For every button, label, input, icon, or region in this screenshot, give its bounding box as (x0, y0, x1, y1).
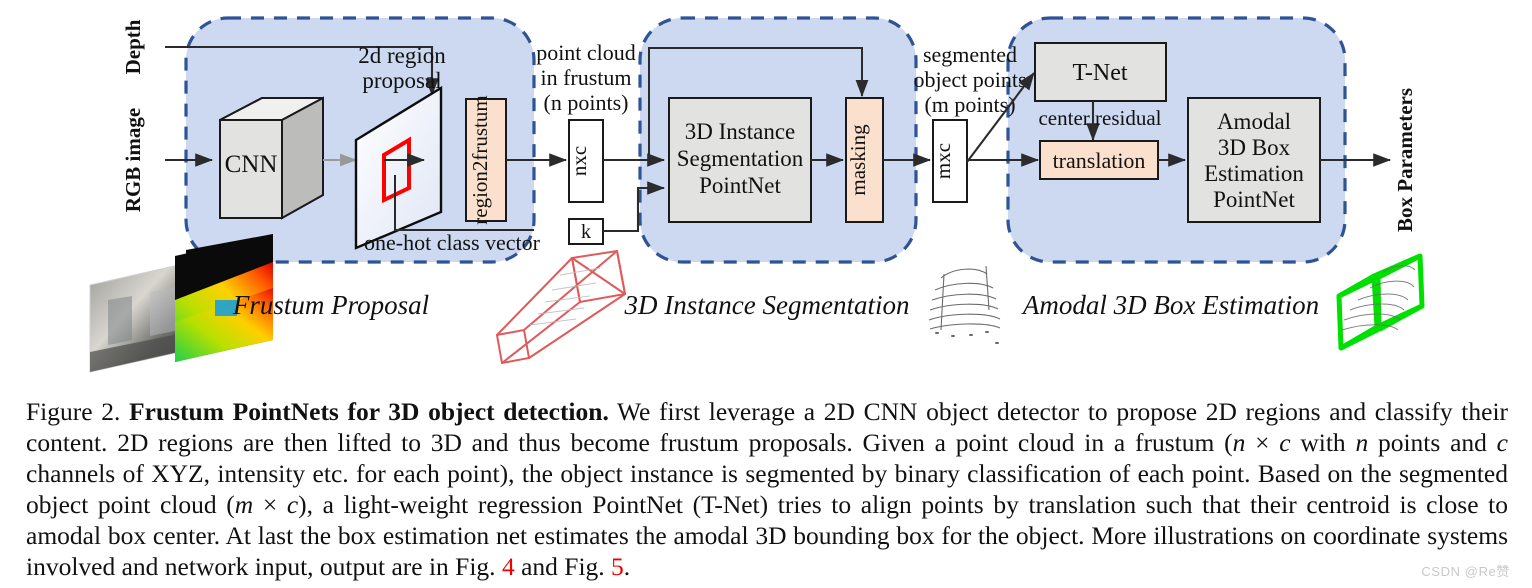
caption-math-m: m (234, 490, 254, 519)
caption-body-7: . (623, 552, 631, 581)
block-translation: translation (1039, 140, 1159, 180)
block-nxc-label: nxc (567, 146, 591, 176)
block-translation-label: translation (1053, 148, 1146, 173)
label-segmented-line1: segmented (923, 42, 1017, 67)
caption-body-3: points and (1368, 428, 1497, 457)
block-tnet-label: T-Net (1072, 60, 1127, 86)
label-point-cloud-line3: (n points) (544, 90, 629, 115)
figure-caption: Figure 2. Frustum PointNets for 3D objec… (26, 396, 1508, 582)
label-depth: Depth (121, 19, 145, 74)
block-amodal-line2: 3D Box (1218, 135, 1291, 160)
block-region2frustum: region2frustum (465, 95, 507, 225)
block-masking: masking (845, 97, 884, 223)
illustration-frustum-wireframe (495, 249, 627, 365)
stage-label-instance-segmentation: 3D Instance Segmentation (624, 290, 910, 320)
label-segmented-line2: object points (913, 67, 1026, 92)
label-2d-region-proposal-line1: 2d region (358, 43, 446, 68)
figure-diagram: Depth RGB image CNN 2d region proposal o… (0, 0, 1532, 392)
block-amodal-line4: PointNet (1213, 187, 1295, 212)
caption-times-2: × (253, 490, 287, 519)
block-k-label: k (581, 221, 591, 243)
caption-math-c2: c (1496, 428, 1508, 457)
caption-math-c: c (1279, 428, 1291, 457)
illustration-segmented-points (928, 265, 1001, 344)
label-rgb-image: RGB image (121, 108, 145, 212)
label-center-residual: center residual (1038, 106, 1161, 130)
block-amodal-line1: Amodal (1217, 109, 1291, 134)
block-region2frustum-label: region2frustum (468, 95, 492, 224)
caption-body-2: with (1290, 428, 1356, 457)
label-point-cloud-line1: point cloud (536, 40, 636, 65)
caption-body-6: and Fig. (514, 552, 612, 581)
thumb-rgb-image (89, 262, 189, 373)
caption-math-n2: n (1355, 428, 1369, 457)
caption-ref-5[interactable]: 5 (611, 552, 624, 581)
block-k: k (568, 218, 604, 245)
block-masking-label: masking (846, 124, 870, 196)
block-cnn: CNN (219, 96, 324, 220)
illustration-amodal-green-box (1336, 253, 1425, 351)
caption-title: Frustum PointNets for 3D object detectio… (129, 397, 609, 426)
label-box-parameters: Box Parameters (1393, 88, 1417, 232)
caption-figure-number: Figure 2. (26, 397, 121, 426)
caption-ref-4[interactable]: 4 (502, 552, 515, 581)
block-tnet: T-Net (1034, 42, 1167, 102)
block-seg-pointnet-line3: PointNet (699, 173, 781, 198)
caption-math-c3: c (286, 490, 299, 519)
label-2d-region-proposal-line2: proposal (362, 68, 441, 93)
block-amodal-pointnet: Amodal 3D Box Estimation PointNet (1187, 97, 1321, 223)
block-amodal-line3: Estimation (1204, 161, 1304, 186)
block-seg-pointnet: 3D Instance Segmentation PointNet (668, 97, 812, 223)
block-cnn-label: CNN (225, 151, 278, 178)
stage-label-frustum-proposal: Frustum Proposal (232, 290, 429, 320)
caption-times-1: × (1245, 428, 1280, 457)
label-point-cloud-line2: in frustum (540, 65, 631, 90)
block-seg-pointnet-line2: Segmentation (677, 146, 804, 171)
block-nxc: nxc (567, 119, 604, 203)
caption-math-n: n (1232, 428, 1246, 457)
block-mxc: mxc (931, 119, 968, 203)
label-one-hot-class-vector: one-hot class vector (364, 230, 541, 255)
stage-label-box-estimation: Amodal 3D Box Estimation (1021, 290, 1319, 320)
block-mxc-label: mxc (931, 143, 955, 179)
watermark: CSDN @Re赞 (1421, 564, 1510, 579)
label-segmented-line3: (m points) (924, 92, 1015, 117)
block-seg-pointnet-line1: 3D Instance (685, 119, 796, 144)
